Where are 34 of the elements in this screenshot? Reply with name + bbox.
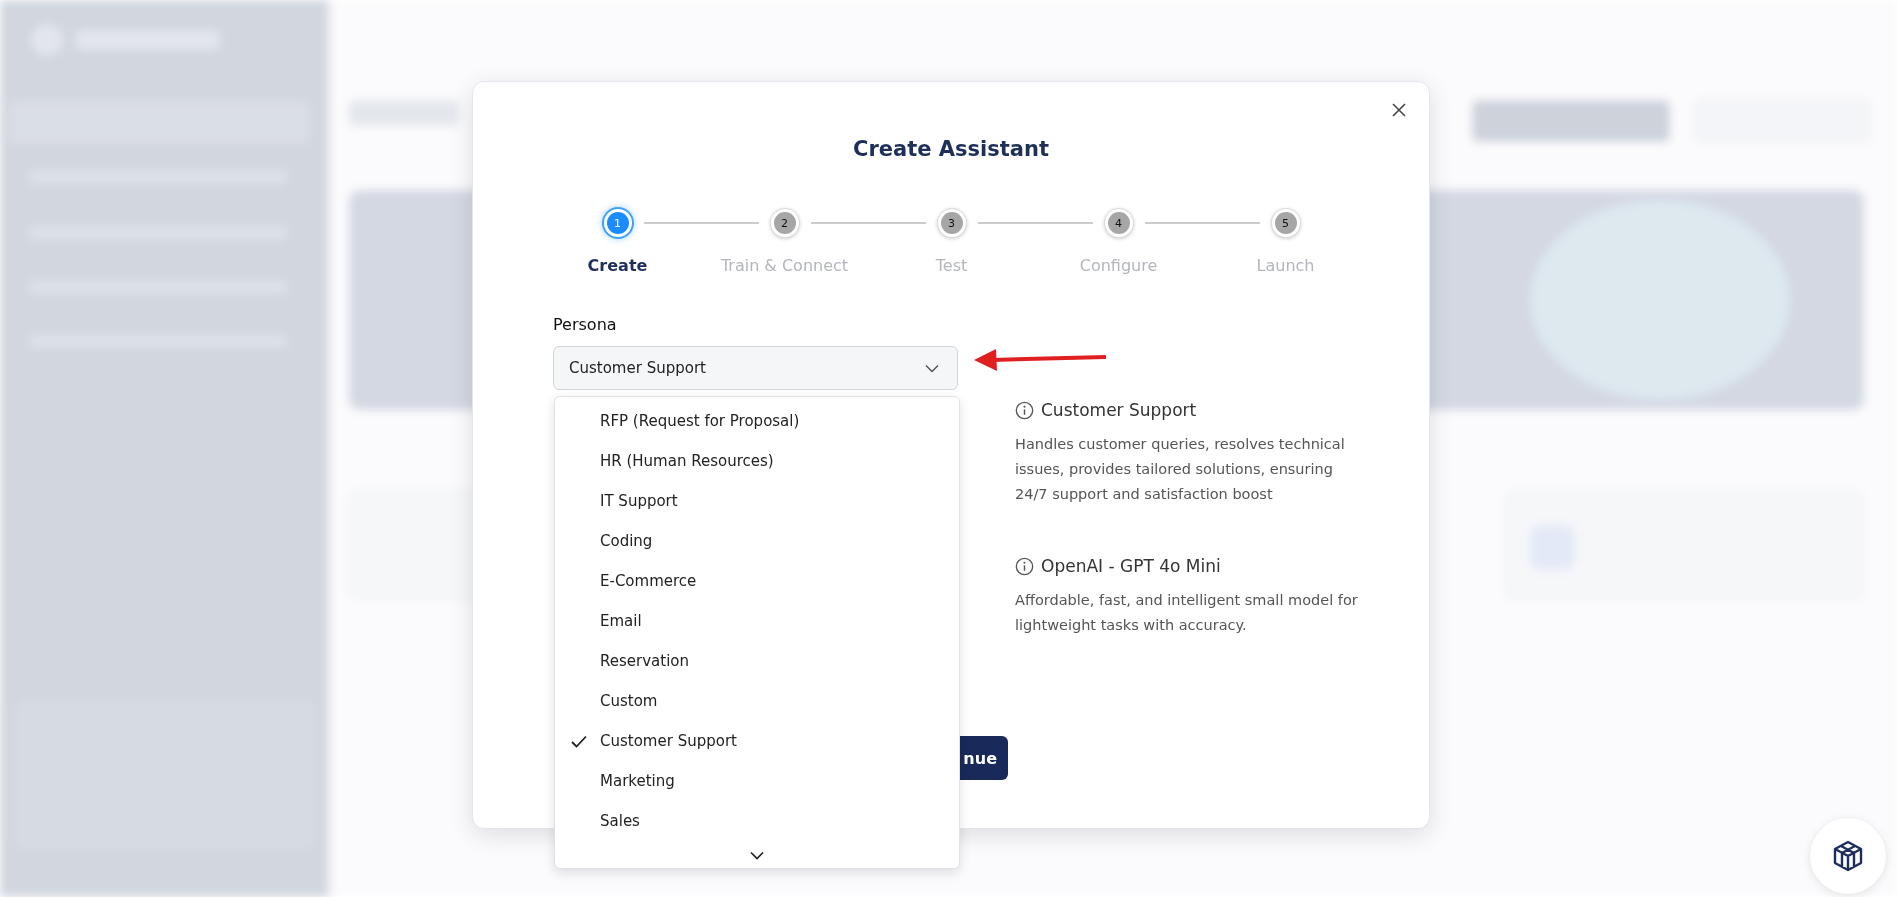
dialog-title: Create Assistant xyxy=(852,136,1050,163)
dropdown-option[interactable]: Reservation xyxy=(555,641,959,681)
cube-icon xyxy=(1831,839,1865,873)
step-number: 2 xyxy=(770,209,799,237)
chevron-down-icon[interactable] xyxy=(750,851,764,860)
info-description: Handles customer queries, resolves technical issues, provides tailored solutions, ensuring 24/7 support and satisfaction boost xyxy=(1015,435,1346,504)
dropdown-option[interactable]: HR (Human Resources) xyxy=(555,441,959,481)
persona-select[interactable]: Customer Support xyxy=(553,346,958,390)
chevron-down-icon xyxy=(925,363,939,373)
info-description: Affordable, fast, and intelligent small model for lightweight tasks with accuracy. xyxy=(1015,591,1359,635)
step-label: Create xyxy=(587,256,648,275)
info-title: OpenAI - GPT 4o Mini xyxy=(1041,555,1221,578)
info-title: Customer Support xyxy=(1041,399,1197,422)
info-icon xyxy=(1015,400,1034,420)
dropdown-option[interactable]: Coding xyxy=(555,521,959,561)
close-icon[interactable] xyxy=(1391,102,1407,118)
dropdown-option[interactable]: E-Commerce xyxy=(555,561,959,601)
step-label: Train & Connect xyxy=(720,256,849,275)
dropdown-option[interactable]: Sales xyxy=(555,801,959,841)
dropdown-option[interactable]: IT Support xyxy=(555,481,959,521)
step-label: Test xyxy=(935,256,968,275)
step-number: 1 xyxy=(603,209,632,237)
dropdown-option[interactable]: Marketing xyxy=(555,761,959,801)
step-number: 3 xyxy=(937,209,966,237)
step-number: 5 xyxy=(1271,209,1300,237)
dropdown-option[interactable]: Custom xyxy=(555,681,959,721)
field-label: Persona xyxy=(553,314,618,336)
step-label: Launch xyxy=(1256,256,1315,275)
step-label: Configure xyxy=(1079,256,1158,275)
dropdown-option[interactable]: Email xyxy=(555,601,959,641)
info-icon xyxy=(1015,556,1034,576)
dropdown-option[interactable]: RFP (Request for Proposal) xyxy=(555,401,959,441)
step-number: 4 xyxy=(1104,209,1133,237)
dropdown-option[interactable]: Customer Support xyxy=(555,721,959,761)
